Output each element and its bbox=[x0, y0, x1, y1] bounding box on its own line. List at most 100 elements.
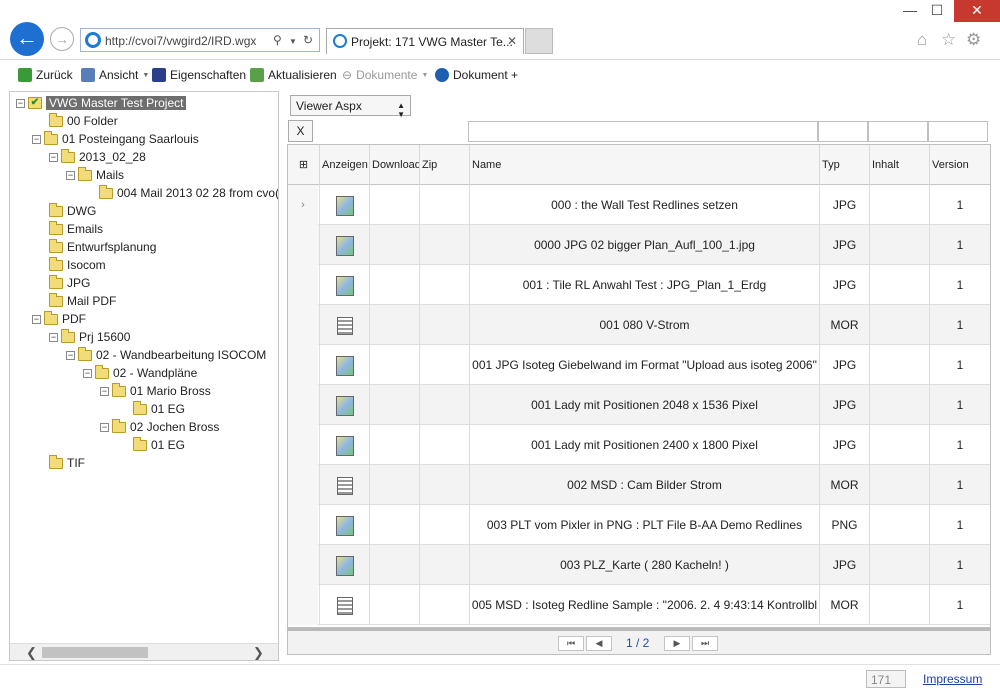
tree-node[interactable]: − Prj 15600 bbox=[49, 328, 130, 345]
collapse-icon[interactable]: − bbox=[66, 350, 75, 360]
row-selector[interactable] bbox=[288, 265, 318, 305]
tree-node[interactable]: 00 Folder bbox=[49, 112, 118, 129]
zip-cell[interactable] bbox=[419, 185, 469, 225]
tree-node[interactable]: − 02 Jochen Bross bbox=[100, 418, 219, 435]
zip-cell[interactable] bbox=[419, 385, 469, 425]
close-window-icon[interactable]: ✕ bbox=[954, 0, 1000, 22]
minimize-icon[interactable]: — bbox=[895, 0, 925, 22]
zip-cell[interactable] bbox=[419, 465, 469, 505]
collapse-icon[interactable]: − bbox=[32, 134, 41, 144]
download-cell[interactable] bbox=[369, 585, 419, 625]
document-file-icon[interactable] bbox=[336, 476, 353, 495]
row-selector[interactable] bbox=[288, 545, 318, 585]
tree-node[interactable]: 01 EG bbox=[133, 436, 185, 453]
zip-cell[interactable] bbox=[419, 545, 469, 585]
zip-cell[interactable] bbox=[419, 305, 469, 345]
zip-cell[interactable] bbox=[419, 505, 469, 545]
collapse-icon[interactable]: − bbox=[32, 314, 41, 324]
next-page-button[interactable]: ▶ bbox=[664, 636, 690, 651]
download-cell[interactable] bbox=[369, 305, 419, 345]
zip-cell[interactable] bbox=[419, 425, 469, 465]
view-cell[interactable] bbox=[319, 265, 369, 305]
collapse-icon[interactable]: − bbox=[100, 386, 109, 396]
url-text[interactable]: http://cvoi7/vwgird2/IRD.wgx bbox=[105, 34, 256, 48]
version-filter-input[interactable] bbox=[928, 121, 988, 142]
tree-node[interactable]: − 01 Posteingang Saarlouis bbox=[32, 130, 199, 147]
image-file-icon[interactable] bbox=[335, 395, 354, 416]
tree-node[interactable]: − 02 - Wandpläne bbox=[83, 364, 197, 381]
browser-forward-icon[interactable]: → bbox=[50, 27, 74, 51]
column-header[interactable]: Download bbox=[369, 145, 419, 185]
table-row[interactable]: 001 Lady mit Positionen 2400 x 1800 Pixe… bbox=[288, 425, 990, 465]
impressum-link[interactable]: Impressum bbox=[923, 672, 982, 686]
tree-node[interactable]: − PDF bbox=[32, 310, 86, 327]
image-file-icon[interactable] bbox=[335, 515, 354, 536]
row-selector[interactable] bbox=[288, 425, 318, 465]
table-row[interactable]: 003 PLZ_Karte ( 280 Kacheln! ) JPG 1 bbox=[288, 545, 990, 585]
tree-node[interactable]: TIF bbox=[49, 454, 85, 471]
search-icon[interactable]: ⚲ bbox=[273, 33, 282, 47]
view-cell[interactable] bbox=[319, 585, 369, 625]
tree-node[interactable]: Emails bbox=[49, 220, 103, 237]
table-row[interactable]: 001 Lady mit Positionen 2048 x 1536 Pixe… bbox=[288, 385, 990, 425]
tab-close-icon[interactable]: ✕ bbox=[507, 34, 517, 48]
view-cell[interactable] bbox=[319, 185, 369, 225]
column-header[interactable]: Inhalt bbox=[869, 145, 929, 185]
view-cell[interactable] bbox=[319, 425, 369, 465]
row-selector[interactable]: › bbox=[288, 185, 318, 225]
view-cell[interactable] bbox=[319, 505, 369, 545]
document-file-icon[interactable] bbox=[336, 596, 353, 615]
zip-cell[interactable] bbox=[419, 265, 469, 305]
type-filter-input[interactable] bbox=[818, 121, 868, 142]
browser-tab[interactable]: Projekt: 171 VWG Master Te... ✕ bbox=[326, 28, 524, 54]
download-cell[interactable] bbox=[369, 225, 419, 265]
view-cell[interactable] bbox=[319, 385, 369, 425]
tree-node[interactable]: − Mails bbox=[66, 166, 124, 183]
refresh-icon[interactable]: ↻ bbox=[303, 33, 313, 47]
table-row[interactable]: 001 080 V-Strom MOR 1 bbox=[288, 305, 990, 345]
tree-node[interactable]: Entwurfsplanung bbox=[49, 238, 156, 255]
tree-node[interactable]: Mail PDF bbox=[49, 292, 116, 309]
view-cell[interactable] bbox=[319, 545, 369, 585]
name-filter-input[interactable] bbox=[468, 121, 818, 142]
table-row[interactable]: 003 PLT vom Pixler in PNG : PLT File B-A… bbox=[288, 505, 990, 545]
scrollbar-thumb[interactable] bbox=[42, 647, 148, 658]
tree-node[interactable]: DWG bbox=[49, 202, 96, 219]
collapse-icon[interactable]: − bbox=[49, 332, 58, 342]
settings-gear-icon[interactable]: ⚙ bbox=[966, 30, 981, 50]
image-file-icon[interactable] bbox=[335, 195, 354, 216]
document-file-icon[interactable] bbox=[336, 316, 353, 335]
scroll-left-icon[interactable]: ❮ bbox=[26, 645, 37, 660]
new-tab-button[interactable] bbox=[525, 28, 553, 54]
collapse-icon[interactable]: − bbox=[49, 152, 58, 162]
download-cell[interactable] bbox=[369, 385, 419, 425]
download-cell[interactable] bbox=[369, 465, 419, 505]
dropdown-icon[interactable]: ▼ bbox=[289, 37, 297, 46]
row-selector[interactable] bbox=[288, 345, 318, 385]
tree-node-root[interactable]: − ✔ VWG Master Test Project bbox=[16, 95, 187, 111]
previous-page-button[interactable]: ◀ bbox=[586, 636, 612, 651]
download-cell[interactable] bbox=[369, 265, 419, 305]
row-selector[interactable] bbox=[288, 465, 318, 505]
view-cell[interactable] bbox=[319, 465, 369, 505]
properties-button[interactable]: Eigenschaften bbox=[152, 68, 246, 82]
scroll-right-icon[interactable]: ❯ bbox=[253, 645, 264, 660]
maximize-icon[interactable]: ☐ bbox=[922, 0, 952, 22]
tree-node[interactable]: 004 Mail 2013 02 28 from cvo( bbox=[99, 184, 278, 201]
viewer-select[interactable]: Viewer Aspx ▲ ▼ bbox=[290, 95, 411, 119]
table-row[interactable]: 005 MSD : Isoteg Redline Sample : "2006.… bbox=[288, 585, 990, 625]
table-row[interactable]: 001 JPG Isoteg Giebelwand im Format "Upl… bbox=[288, 345, 990, 385]
table-row[interactable]: 002 MSD : Cam Bilder Strom MOR 1 bbox=[288, 465, 990, 505]
tree-node[interactable]: − 01 Mario Bross bbox=[100, 382, 211, 399]
last-page-button[interactable]: ⏭ bbox=[692, 636, 718, 651]
row-selector[interactable] bbox=[288, 505, 318, 545]
view-cell[interactable] bbox=[319, 305, 369, 345]
row-selector[interactable] bbox=[288, 385, 318, 425]
add-document-button[interactable]: Dokument + bbox=[435, 68, 518, 82]
image-file-icon[interactable] bbox=[335, 555, 354, 576]
table-row[interactable]: › 000 : the Wall Test Redlines setzen JPG 1 bbox=[288, 185, 990, 225]
tree-node[interactable]: Isocom bbox=[49, 256, 106, 273]
zip-cell[interactable] bbox=[419, 225, 469, 265]
row-selector[interactable] bbox=[288, 585, 318, 625]
column-header[interactable]: Name bbox=[469, 145, 819, 185]
